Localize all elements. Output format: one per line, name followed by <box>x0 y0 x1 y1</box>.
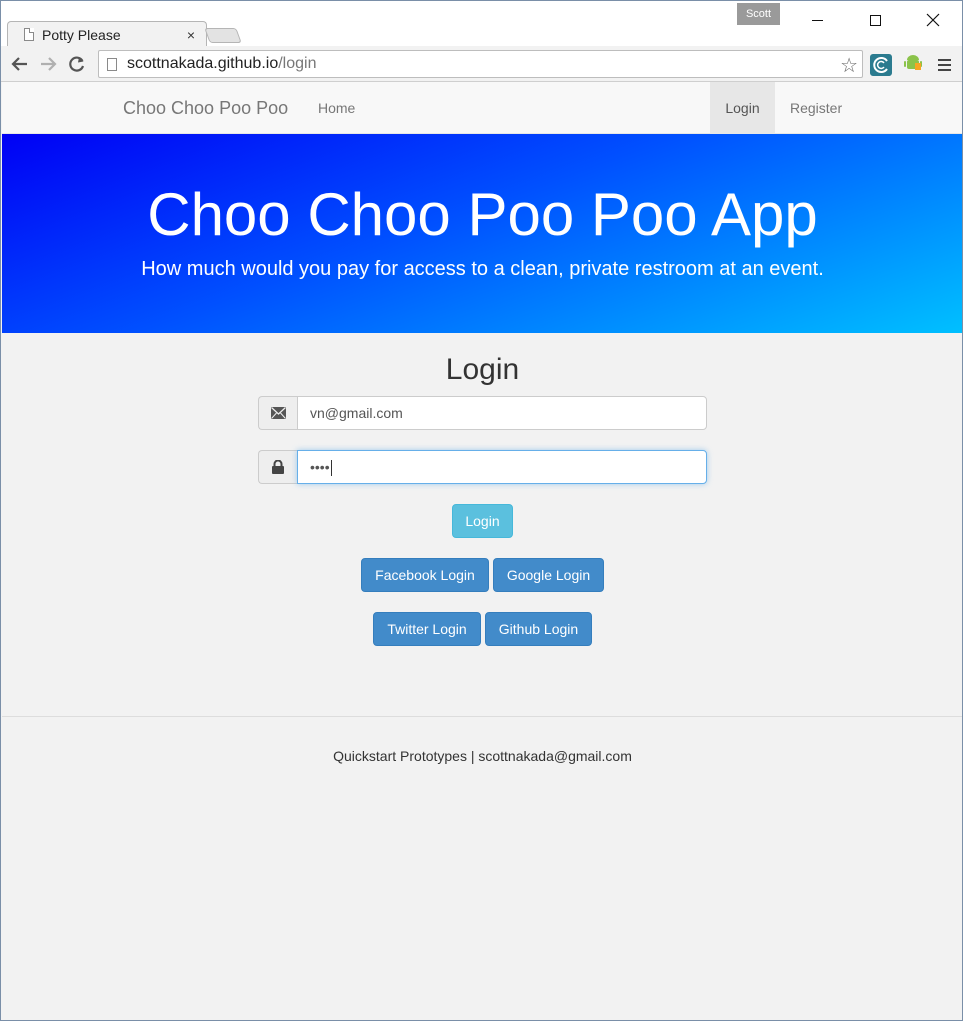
extension-wave-icon[interactable] <box>870 54 892 76</box>
page-icon <box>107 57 117 71</box>
email-field-group: vn@gmail.com <box>258 396 707 430</box>
maximize-button[interactable] <box>852 5 898 35</box>
browser-toolbar: scottnakada.github.io/login ☆ <box>1 46 962 82</box>
minimize-icon <box>811 19 823 21</box>
address-bar[interactable]: scottnakada.github.io/login ☆ <box>98 50 863 78</box>
url-host: scottnakada.github.io <box>127 55 279 72</box>
footer-divider <box>2 716 962 717</box>
text-caret <box>330 460 332 477</box>
forward-arrow-icon <box>41 57 57 71</box>
browser-menu-icon[interactable] <box>933 54 955 76</box>
github-login-button[interactable]: Github Login <box>485 612 592 646</box>
reload-icon <box>69 56 85 72</box>
footer-text: Quickstart Prototypes | scottnakada@gmai… <box>333 748 632 764</box>
facebook-login-button[interactable]: Facebook Login <box>361 558 489 592</box>
browser-tab[interactable]: Potty Please × <box>7 21 207 47</box>
site-navbar: Choo Choo Poo Poo Home Login Register <box>2 82 962 134</box>
url-path: /login <box>278 55 317 72</box>
nav-login-link[interactable]: Login <box>710 82 775 134</box>
back-arrow-icon <box>11 57 27 71</box>
google-login-button[interactable]: Google Login <box>493 558 604 592</box>
tab-close-icon[interactable]: × <box>182 27 200 43</box>
profile-badge[interactable]: Scott <box>737 3 780 25</box>
login-button[interactable]: Login <box>452 504 513 538</box>
envelope-icon <box>258 396 297 430</box>
browser-window: Potty Please × Scott scottnakada.github.… <box>0 0 963 1021</box>
close-icon <box>926 13 940 27</box>
extension-android-icon[interactable] <box>902 53 924 75</box>
email-input[interactable]: vn@gmail.com <box>297 396 707 430</box>
lock-icon <box>258 450 297 484</box>
login-heading: Login <box>445 353 520 386</box>
hero-title: Choo Choo Poo Poo App <box>147 181 818 248</box>
page-favicon-icon <box>24 28 34 41</box>
new-tab-button[interactable] <box>204 28 242 43</box>
password-field-group: •••• <box>258 450 707 484</box>
bookmark-star-icon[interactable]: ☆ <box>840 53 858 78</box>
hero-banner: Choo Choo Poo Poo App How much would you… <box>2 134 962 333</box>
maximize-icon <box>869 14 881 26</box>
twitter-login-button[interactable]: Twitter Login <box>373 612 481 646</box>
tab-strip: Potty Please × Scott <box>1 1 962 47</box>
minimize-button[interactable] <box>794 5 840 35</box>
forward-button[interactable] <box>36 52 60 76</box>
reload-button[interactable] <box>65 52 89 76</box>
password-value: •••• <box>310 459 330 475</box>
navbar-brand[interactable]: Choo Choo Poo Poo <box>123 82 288 134</box>
nav-register-link[interactable]: Register <box>775 82 857 134</box>
tab-title: Potty Please <box>42 26 121 43</box>
nav-home-link[interactable]: Home <box>303 82 370 134</box>
hero-subtitle: How much would you pay for access to a c… <box>141 258 824 280</box>
password-input[interactable]: •••• <box>297 450 707 484</box>
back-button[interactable] <box>8 52 32 76</box>
close-window-button[interactable] <box>910 5 956 35</box>
